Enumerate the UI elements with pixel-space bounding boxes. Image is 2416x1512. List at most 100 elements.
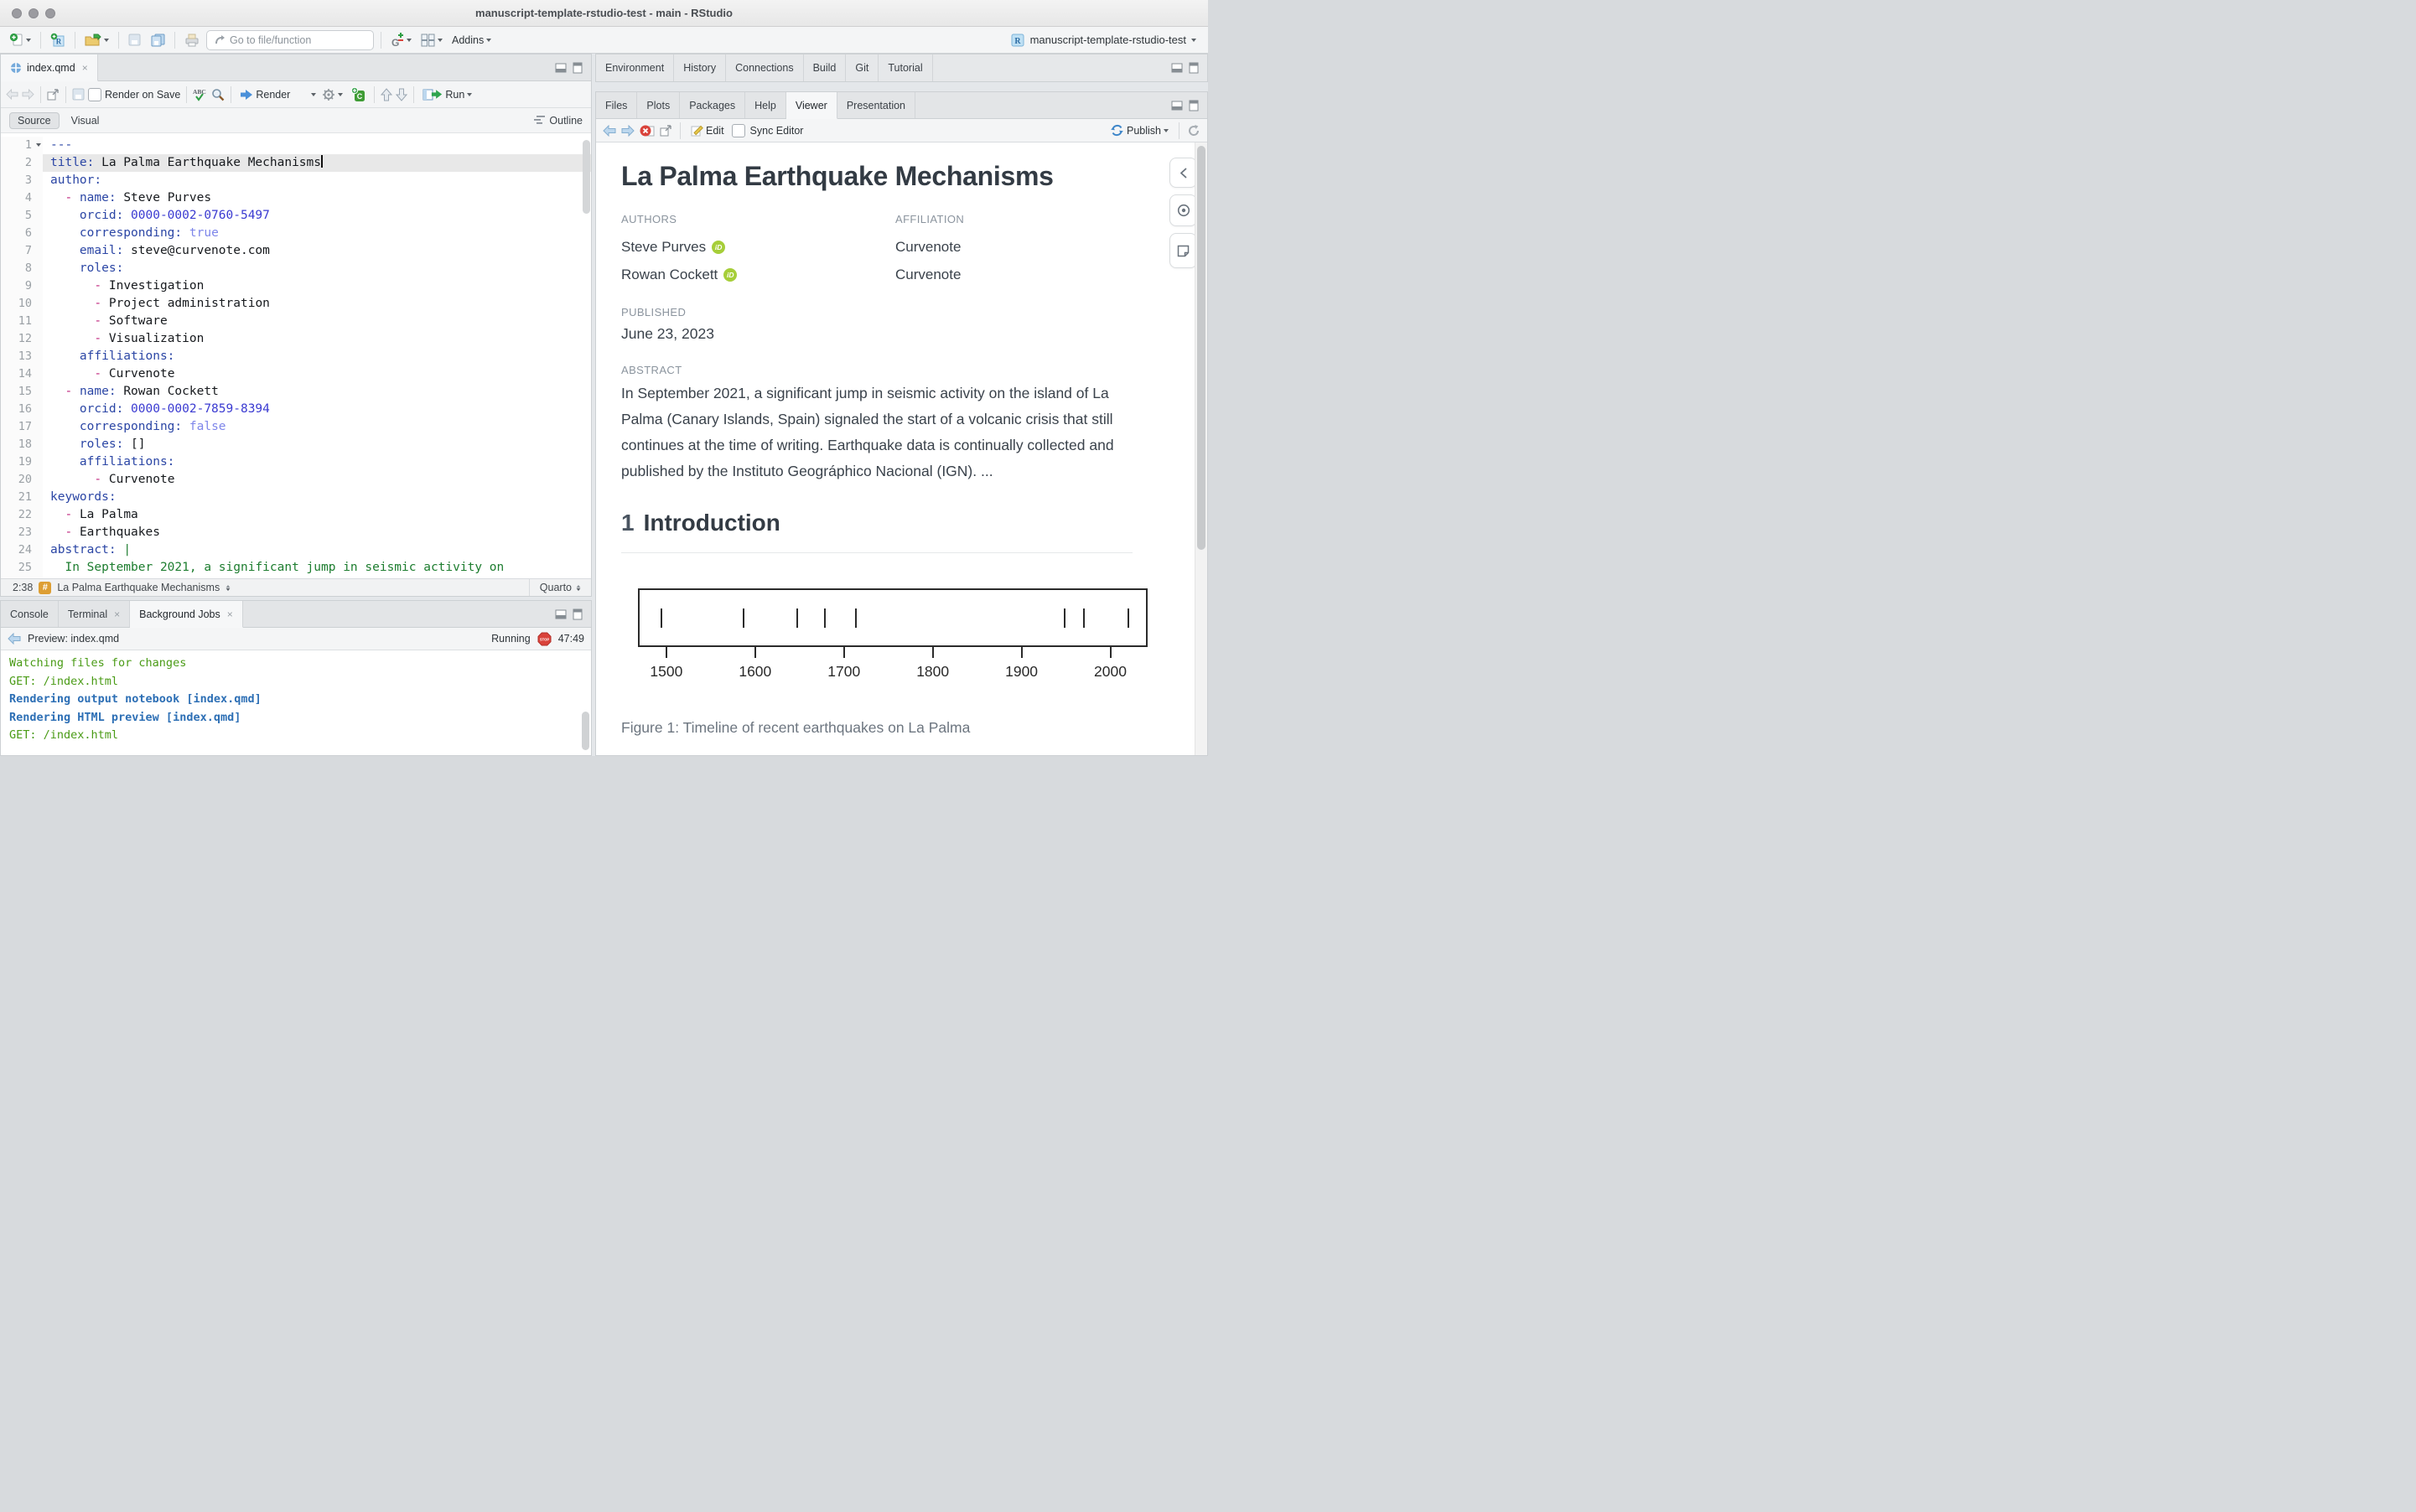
console-tab-console[interactable]: Console bbox=[1, 601, 59, 627]
source-toggle[interactable]: Source bbox=[9, 112, 60, 129]
insert-chunk-button[interactable]: C bbox=[349, 85, 368, 105]
code-line[interactable]: 21keywords: bbox=[1, 489, 591, 506]
tab-connections[interactable]: Connections bbox=[726, 54, 804, 81]
orcid-icon[interactable]: iD bbox=[723, 268, 737, 282]
code-line[interactable]: 11 - Software bbox=[1, 313, 591, 330]
code-editor[interactable]: 1---2title: La Palma Earthquake Mechanis… bbox=[1, 133, 591, 578]
tab-plots[interactable]: Plots bbox=[637, 92, 680, 118]
minimize-pane-icon[interactable] bbox=[1171, 101, 1183, 111]
console-tab-background-jobs[interactable]: Background Jobs× bbox=[130, 601, 243, 628]
code-line[interactable]: 19 affiliations: bbox=[1, 453, 591, 471]
viewer-popout-icon[interactable] bbox=[660, 125, 672, 137]
git-button[interactable]: G bbox=[388, 30, 414, 50]
forward-icon[interactable] bbox=[22, 89, 34, 100]
new-file-button[interactable] bbox=[7, 30, 34, 50]
find-icon[interactable] bbox=[211, 88, 225, 101]
code-line[interactable]: 6 corresponding: true bbox=[1, 225, 591, 242]
tab-help[interactable]: Help bbox=[745, 92, 786, 118]
tab-packages[interactable]: Packages bbox=[680, 92, 745, 118]
viewer-forward-icon[interactable] bbox=[621, 125, 635, 137]
code-line[interactable]: 12 - Visualization bbox=[1, 330, 591, 348]
file-type-picker[interactable]: Quarto bbox=[529, 579, 591, 596]
tab-git[interactable]: Git bbox=[846, 54, 879, 81]
render-options-caret[interactable] bbox=[311, 93, 316, 96]
code-line[interactable]: 22 - La Palma bbox=[1, 506, 591, 524]
new-project-button[interactable]: R bbox=[48, 30, 68, 50]
close-tab-icon[interactable]: × bbox=[82, 62, 88, 74]
save-button[interactable] bbox=[126, 30, 143, 50]
viewer-back-icon[interactable] bbox=[603, 125, 616, 137]
editor-scrollbar[interactable] bbox=[583, 140, 590, 214]
spellcheck-icon[interactable]: ABC bbox=[193, 87, 208, 102]
stop-job-icon[interactable]: STOP bbox=[537, 632, 552, 646]
render-on-save-checkbox[interactable] bbox=[88, 88, 101, 101]
notes-button[interactable] bbox=[1169, 233, 1197, 268]
save-icon[interactable] bbox=[72, 88, 85, 101]
save-all-button[interactable] bbox=[148, 30, 168, 50]
close-tab-icon[interactable]: × bbox=[227, 608, 233, 620]
code-line[interactable]: 13 affiliations: bbox=[1, 348, 591, 365]
run-previous-icon[interactable] bbox=[381, 88, 392, 101]
code-line[interactable]: 5 orcid: 0000-0002-0760-5497 bbox=[1, 207, 591, 225]
print-button[interactable] bbox=[182, 30, 202, 50]
visibility-button[interactable] bbox=[1169, 194, 1197, 226]
code-line[interactable]: 4 - name: Steve Purves bbox=[1, 189, 591, 207]
minimize-pane-icon[interactable] bbox=[555, 63, 567, 73]
maximize-pane-icon[interactable] bbox=[1189, 100, 1199, 111]
tab-files[interactable]: Files bbox=[596, 92, 637, 118]
maximize-pane-icon[interactable] bbox=[573, 62, 583, 74]
jobs-back-icon[interactable] bbox=[8, 633, 21, 645]
visual-toggle[interactable]: Visual bbox=[63, 112, 108, 129]
popout-icon[interactable] bbox=[47, 89, 60, 101]
code-line[interactable]: 25 In September 2021, a significant jump… bbox=[1, 559, 591, 577]
code-line[interactable]: 9 - Investigation bbox=[1, 277, 591, 295]
code-line[interactable]: 24abstract: | bbox=[1, 541, 591, 559]
tab-build[interactable]: Build bbox=[804, 54, 847, 81]
project-menu[interactable]: R manuscript-template-rstudio-test bbox=[1010, 33, 1201, 48]
tab-tutorial[interactable]: Tutorial bbox=[879, 54, 932, 81]
code-line[interactable]: the island of La Palma (Canary Islands, … bbox=[1, 577, 591, 578]
code-line[interactable]: 10 - Project administration bbox=[1, 295, 591, 313]
tab-history[interactable]: History bbox=[674, 54, 726, 81]
goto-file-search[interactable]: Go to file/function bbox=[206, 30, 374, 50]
viewer-scrollbar-thumb[interactable] bbox=[1197, 146, 1205, 550]
maximize-pane-icon[interactable] bbox=[573, 608, 583, 620]
edit-button[interactable]: Edit bbox=[688, 121, 727, 141]
code-line[interactable]: 23 - Earthquakes bbox=[1, 524, 591, 541]
code-line[interactable]: 18 roles: [] bbox=[1, 436, 591, 453]
code-line[interactable]: 8 roles: bbox=[1, 260, 591, 277]
code-line[interactable]: 2title: La Palma Earthquake Mechanisms bbox=[1, 154, 591, 172]
code-line[interactable]: 14 - Curvenote bbox=[1, 365, 591, 383]
minimize-pane-icon[interactable] bbox=[1171, 63, 1183, 73]
outline-button[interactable]: Outline bbox=[534, 115, 583, 127]
code-line[interactable]: 1--- bbox=[1, 137, 591, 154]
tab-viewer[interactable]: Viewer bbox=[786, 92, 837, 119]
job-output[interactable]: Watching files for changesGET: /index.ht… bbox=[1, 650, 591, 755]
code-line[interactable]: 15 - name: Rowan Cockett bbox=[1, 383, 591, 401]
collapse-panel-button[interactable] bbox=[1169, 158, 1197, 188]
tab-environment[interactable]: Environment bbox=[596, 54, 674, 81]
viewer-scrollbar-track[interactable] bbox=[1195, 142, 1207, 755]
code-line[interactable]: 17 corresponding: false bbox=[1, 418, 591, 436]
refresh-icon[interactable] bbox=[1187, 124, 1200, 137]
sync-editor-checkbox[interactable] bbox=[732, 124, 745, 137]
code-line[interactable]: 20 - Curvenote bbox=[1, 471, 591, 489]
code-line[interactable]: 3author: bbox=[1, 172, 591, 189]
run-button[interactable]: Run bbox=[420, 85, 474, 105]
minimize-pane-icon[interactable] bbox=[555, 609, 567, 619]
console-scrollbar[interactable] bbox=[582, 712, 589, 750]
clear-viewer-icon[interactable] bbox=[640, 124, 655, 137]
section-picker[interactable]: La Palma Earthquake Mechanisms bbox=[57, 582, 220, 593]
back-icon[interactable] bbox=[6, 89, 18, 100]
code-line[interactable]: 7 email: steve@curvenote.com bbox=[1, 242, 591, 260]
publish-button[interactable]: Publish bbox=[1107, 121, 1171, 141]
open-file-button[interactable] bbox=[82, 30, 111, 50]
workspace-panes-button[interactable] bbox=[418, 30, 445, 50]
console-tab-terminal[interactable]: Terminal× bbox=[59, 601, 130, 627]
addins-menu[interactable]: Addins bbox=[449, 30, 494, 50]
maximize-pane-icon[interactable] bbox=[1189, 62, 1199, 74]
orcid-icon[interactable]: iD bbox=[712, 241, 725, 254]
fold-caret-icon[interactable] bbox=[36, 143, 41, 147]
tab-index-qmd[interactable]: index.qmd × bbox=[1, 54, 98, 81]
code-line[interactable]: 16 orcid: 0000-0002-7859-8394 bbox=[1, 401, 591, 418]
